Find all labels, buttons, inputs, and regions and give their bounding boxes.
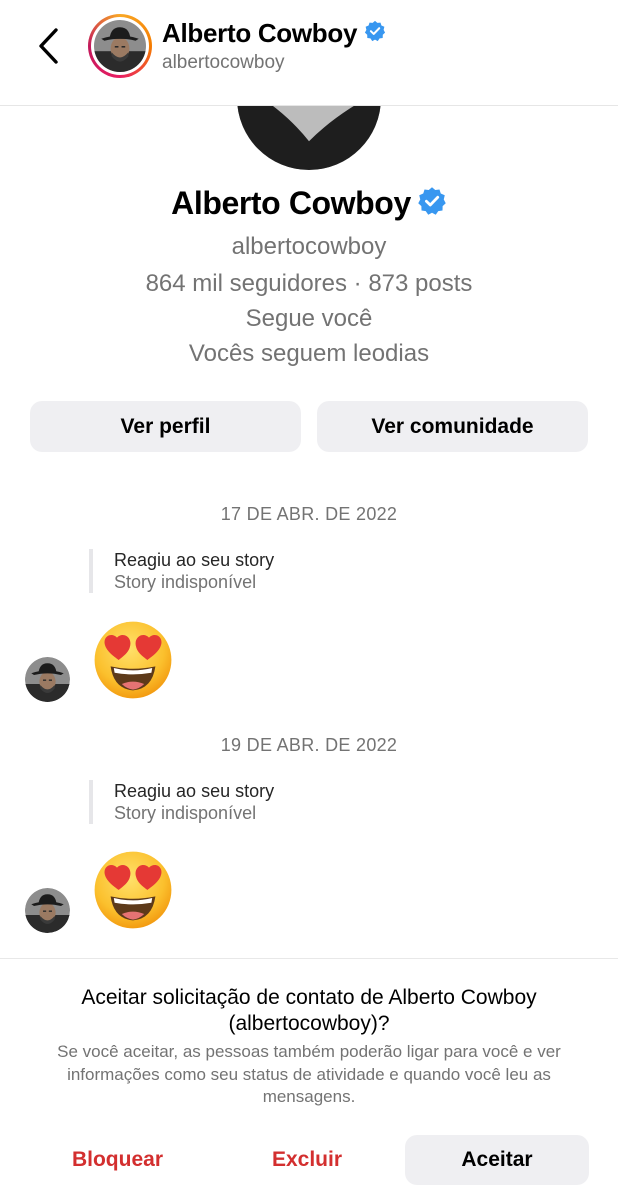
block-button[interactable]: Bloquear — [40, 1135, 195, 1185]
sender-avatar[interactable] — [25, 657, 70, 702]
mutual-follow-label: Vocês seguem leodias — [188, 340, 430, 367]
header-handle: albertocowboy — [162, 52, 285, 73]
date-separator: 19 DE ABR. DE 2022 — [220, 735, 398, 755]
heart-eyes-emoji[interactable] — [93, 850, 173, 930]
heart-eyes-emoji[interactable] — [93, 620, 173, 700]
story-reply[interactable]: Reagiu ao seu story Story indisponível — [89, 549, 389, 593]
story-reply-title: Reagiu ao seu story — [114, 781, 275, 801]
chat-header: Alberto Cowboy albertocowboy — [0, 0, 618, 106]
date-separator: 17 DE ABR. DE 2022 — [220, 504, 398, 524]
sender-avatar[interactable] — [25, 888, 70, 933]
header-avatar[interactable] — [88, 14, 152, 78]
view-community-button[interactable]: Ver comunidade — [317, 401, 588, 452]
verified-badge-icon — [417, 186, 447, 221]
delete-button[interactable]: Excluir — [232, 1135, 382, 1185]
header-title[interactable]: Alberto Cowboy — [162, 18, 386, 49]
request-description: Se você aceitar, as pessoas também poder… — [57, 1042, 561, 1106]
chevron-left-icon — [39, 28, 58, 64]
profile-name: Alberto Cowboy — [171, 185, 411, 221]
profile-handle: albertocowboy — [231, 233, 387, 260]
request-title: Aceitar solicitação de contato de Albert… — [81, 986, 537, 1035]
view-profile-button[interactable]: Ver perfil — [30, 401, 301, 452]
back-button[interactable] — [28, 26, 68, 66]
header-name: Alberto Cowboy — [162, 18, 358, 48]
story-reply-title: Reagiu ao seu story — [114, 550, 275, 570]
story-reply-subtitle: Story indisponível — [114, 803, 257, 823]
follows-you-label: Segue você — [245, 305, 373, 332]
accept-button[interactable]: Aceitar — [405, 1135, 589, 1185]
profile-title: Alberto Cowboy — [0, 185, 618, 222]
story-reply-subtitle: Story indisponível — [114, 572, 257, 592]
profile-stats: 864 mil seguidores · 873 posts — [145, 270, 473, 297]
verified-badge-icon — [364, 20, 386, 47]
story-reply[interactable]: Reagiu ao seu story Story indisponível — [89, 780, 389, 824]
